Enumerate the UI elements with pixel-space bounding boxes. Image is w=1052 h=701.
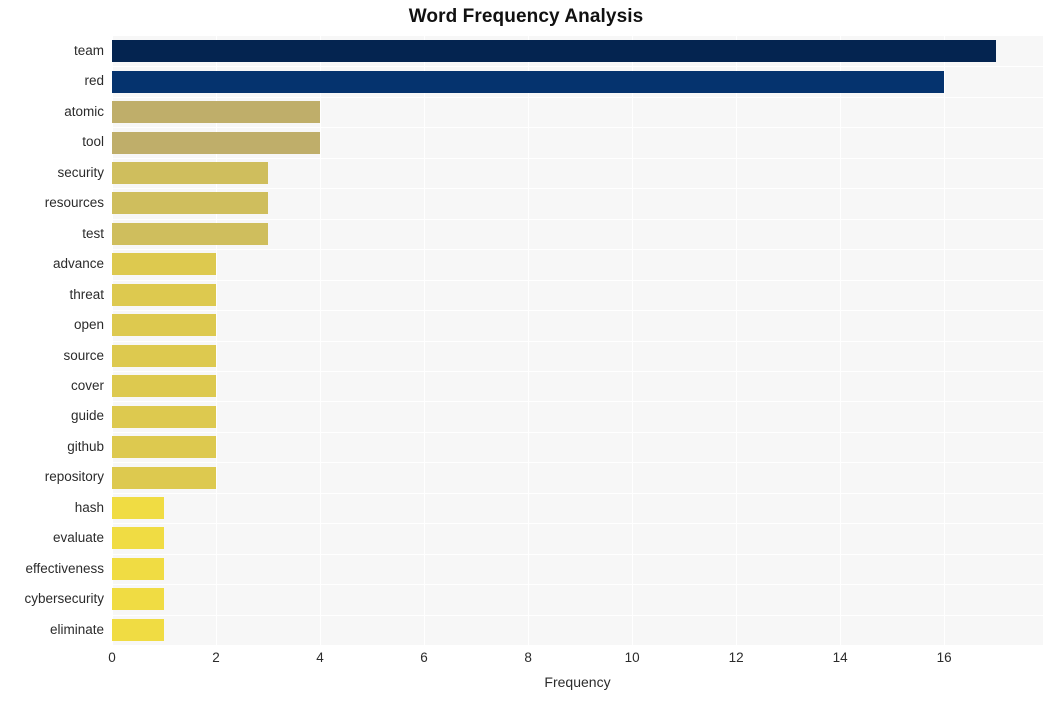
bar-test[interactable]: [112, 222, 269, 245]
plot-area: [112, 36, 1043, 645]
y-axis-label-advance: advance: [52, 256, 104, 272]
bar-red[interactable]: [112, 70, 945, 93]
x-axis-tick-12: 12: [728, 650, 744, 665]
y-axis-label-cybersecurity: cybersecurity: [24, 591, 104, 607]
y-axis-label-repository: repository: [44, 469, 104, 485]
x-axis-tick-14: 14: [832, 650, 848, 665]
bar-row: [112, 523, 1043, 553]
y-axis-label-source: source: [63, 347, 104, 363]
x-axis-tick-8: 8: [524, 650, 532, 665]
y-axis-label-eliminate: eliminate: [49, 621, 104, 637]
bar-evaluate[interactable]: [112, 527, 164, 550]
bar-security[interactable]: [112, 162, 269, 185]
bar-tool[interactable]: [112, 131, 321, 154]
bar-row: [112, 127, 1043, 157]
x-axis-tick-4: 4: [316, 650, 324, 665]
bar-row: [112, 66, 1043, 96]
y-axis-label-guide: guide: [70, 408, 104, 424]
x-axis-tick-2: 2: [212, 650, 220, 665]
bar-row: [112, 219, 1043, 249]
bar-repository[interactable]: [112, 466, 217, 489]
y-axis-label-cover: cover: [70, 377, 104, 393]
bar-row: [112, 371, 1043, 401]
bar-row: [112, 97, 1043, 127]
y-axis-label-effectiveness: effectiveness: [25, 560, 104, 576]
bar-row: [112, 280, 1043, 310]
bar-cover[interactable]: [112, 375, 217, 398]
bar-cybersecurity[interactable]: [112, 588, 164, 611]
bar-eliminate[interactable]: [112, 618, 164, 641]
y-axis-label-tool: tool: [82, 134, 104, 150]
y-axis-label-open: open: [73, 317, 104, 333]
bar-row: [112, 615, 1043, 645]
bar-row: [112, 584, 1043, 614]
y-axis-label-red: red: [84, 73, 104, 89]
bar-row: [112, 158, 1043, 188]
chart-title: Word Frequency Analysis: [408, 6, 644, 27]
bar-team[interactable]: [112, 40, 997, 63]
x-axis-tick-labels: 0 2 4 6 8 10 12 14 16: [0, 650, 1052, 672]
y-axis-label-resources: resources: [44, 195, 104, 211]
word-frequency-chart: Word Frequency Analysis team red atomic too…: [0, 0, 1052, 701]
bar-guide[interactable]: [112, 405, 217, 428]
bar-row: [112, 462, 1043, 492]
y-axis-label-atomic: atomic: [64, 103, 104, 119]
bar-resources[interactable]: [112, 192, 269, 215]
x-axis-title: Frequency: [544, 674, 611, 690]
bars-layer: [112, 36, 1043, 645]
x-axis-tick-0: 0: [108, 650, 116, 665]
bar-row: [112, 36, 1043, 66]
bar-row: [112, 310, 1043, 340]
y-axis-labels: team red atomic tool security resources test ad…: [0, 36, 104, 645]
bar-advance[interactable]: [112, 253, 217, 276]
bar-row: [112, 249, 1043, 279]
bar-row: [112, 401, 1043, 431]
bar-row: [112, 432, 1043, 462]
y-axis-label-github: github: [67, 438, 104, 454]
y-axis-label-test: test: [82, 225, 104, 241]
x-axis-tick-6: 6: [420, 650, 428, 665]
y-axis-label-security: security: [57, 164, 104, 180]
y-axis-label-threat: threat: [69, 286, 104, 302]
bar-row: [112, 341, 1043, 371]
bar-effectiveness[interactable]: [112, 557, 164, 580]
y-axis-label-hash: hash: [74, 499, 104, 515]
bar-row: [112, 493, 1043, 523]
bar-row: [112, 188, 1043, 218]
x-axis-tick-16: 16: [936, 650, 952, 665]
bar-row: [112, 554, 1043, 584]
bar-source[interactable]: [112, 344, 217, 367]
x-axis-tick-10: 10: [624, 650, 640, 665]
bar-github[interactable]: [112, 436, 217, 459]
bar-threat[interactable]: [112, 283, 217, 306]
y-axis-label-evaluate: evaluate: [52, 530, 104, 546]
y-axis-label-team: team: [73, 43, 104, 58]
bar-atomic[interactable]: [112, 101, 321, 124]
bar-open[interactable]: [112, 314, 217, 337]
bar-hash[interactable]: [112, 496, 164, 519]
